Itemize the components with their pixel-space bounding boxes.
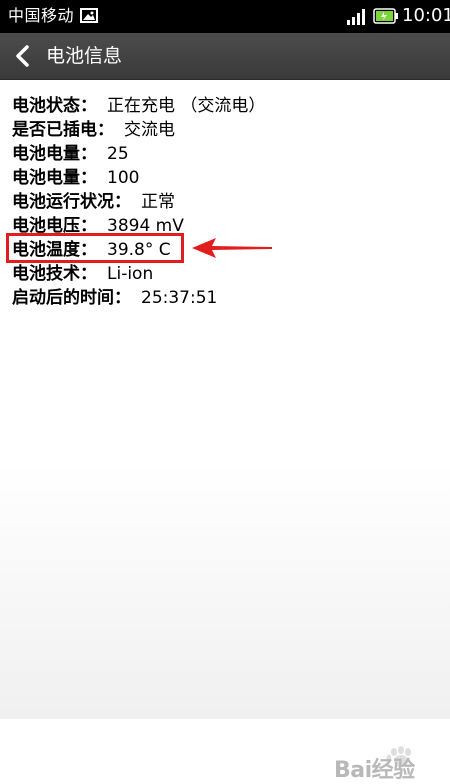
info-value: 25:37:51 xyxy=(141,288,218,308)
info-value: Li-ion xyxy=(107,264,154,284)
title-bar: 电池信息 xyxy=(0,33,450,80)
info-label: 电池技术： xyxy=(12,264,97,284)
info-row-scale: 电池电量： 100 xyxy=(12,166,265,190)
picture-icon xyxy=(80,8,98,23)
info-row-uptime: 启动后的时间： 25:37:51 xyxy=(12,286,265,310)
temperature-highlight-box xyxy=(6,233,184,263)
info-label: 电池状态： xyxy=(12,96,97,116)
info-label: 电池运行状况： xyxy=(12,192,131,212)
status-clock: 10:01 xyxy=(402,5,450,26)
back-button[interactable] xyxy=(10,42,38,70)
info-label: 电池电量： xyxy=(12,144,97,164)
carrier-name: 中国移动 xyxy=(8,6,75,25)
info-row-plugged: 是否已插电： 交流电 xyxy=(12,118,265,142)
info-row-technology: 电池技术： Li-ion xyxy=(12,262,265,286)
info-row-level: 电池电量： 25 xyxy=(12,142,265,166)
info-label: 启动后的时间： xyxy=(12,288,131,308)
signal-icon xyxy=(346,8,368,25)
chevron-left-icon xyxy=(16,45,29,67)
info-value: 正常 xyxy=(141,192,175,212)
battery-info-list: 电池状态： 正在充电 （交流电） 是否已插电： 交流电 电池电量： 25 电池电量： 1… xyxy=(12,94,265,310)
info-row-battery-status: 电池状态： 正在充电 （交流电） xyxy=(12,94,265,118)
info-label: 电池电量： xyxy=(12,168,97,188)
info-value: 交流电 xyxy=(124,120,175,140)
info-label: 是否已插电： xyxy=(12,120,114,140)
watermark-text: Bai经验 xyxy=(334,758,415,783)
battery-info-panel: 电池状态： 正在充电 （交流电） 是否已插电： 交流电 电池电量： 25 电池电量： 1… xyxy=(0,80,450,783)
info-value: 100 xyxy=(107,168,140,188)
status-bar: 中国移动 10:01 xyxy=(0,0,450,33)
battery-icon xyxy=(373,8,399,24)
red-arrow-icon xyxy=(192,238,272,258)
info-value: 正在充电 （交流电） xyxy=(107,96,266,116)
info-value: 25 xyxy=(107,144,129,164)
info-row-health: 电池运行状况： 正常 xyxy=(12,190,265,214)
page-title: 电池信息 xyxy=(46,45,123,67)
